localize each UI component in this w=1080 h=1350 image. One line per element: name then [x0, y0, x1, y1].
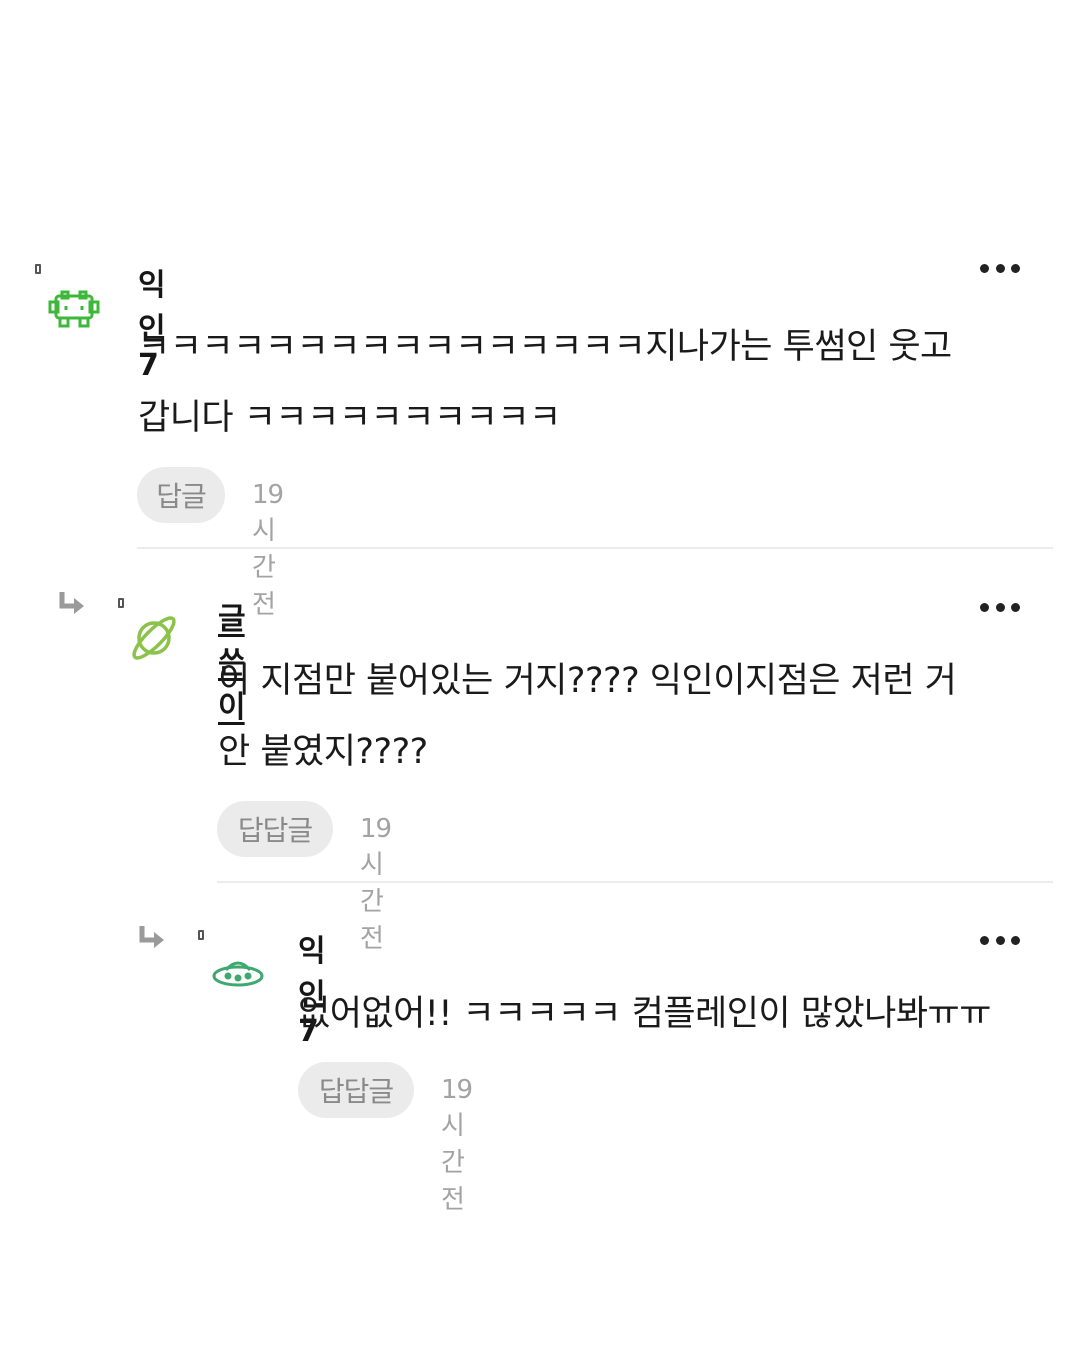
ufo-icon — [212, 961, 264, 987]
reply-arrow-icon — [139, 926, 164, 948]
more-options-icon[interactable] — [980, 601, 1020, 613]
planet-icon — [132, 616, 176, 660]
more-options-icon[interactable] — [980, 934, 1020, 946]
comment-timestamp: 19시간 전 — [360, 814, 392, 954]
level-marker-icon — [35, 264, 41, 274]
divider — [217, 881, 1053, 883]
reply-arrow-icon — [59, 592, 84, 614]
space-invader-icon — [48, 290, 100, 328]
more-options-icon[interactable] — [980, 262, 1020, 274]
comment-text-line: 갑니다 ㅋㅋㅋㅋㅋㅋㅋㅋㅋㅋ — [138, 398, 561, 438]
level-marker-icon — [198, 930, 204, 940]
comment-text-line: ㅋㅋㅋㅋㅋㅋㅋㅋㅋㅋㅋㅋㅋㅋㅋㅋ지나가는 투썸인 웃고 — [138, 327, 952, 367]
reply-button[interactable]: 답답글 — [217, 801, 333, 857]
comment-text-line: 이 지점만 붙어있는 거지???? 익인이지점은 저런 거 — [218, 661, 957, 701]
divider — [137, 547, 1053, 549]
level-marker-icon — [118, 598, 124, 608]
comment-timestamp: 19시간 전 — [252, 480, 284, 620]
comment-text-line: 없어없어!! ㅋㅋㅋㅋㅋ 컴플레인이 많았나봐ㅠㅠ — [298, 994, 991, 1034]
comment-text-line: 안 붙였지???? — [218, 732, 428, 772]
reply-button[interactable]: 답글 — [137, 467, 225, 523]
comment-timestamp: 19시간 전 — [441, 1075, 473, 1215]
reply-button[interactable]: 답답글 — [298, 1062, 414, 1118]
